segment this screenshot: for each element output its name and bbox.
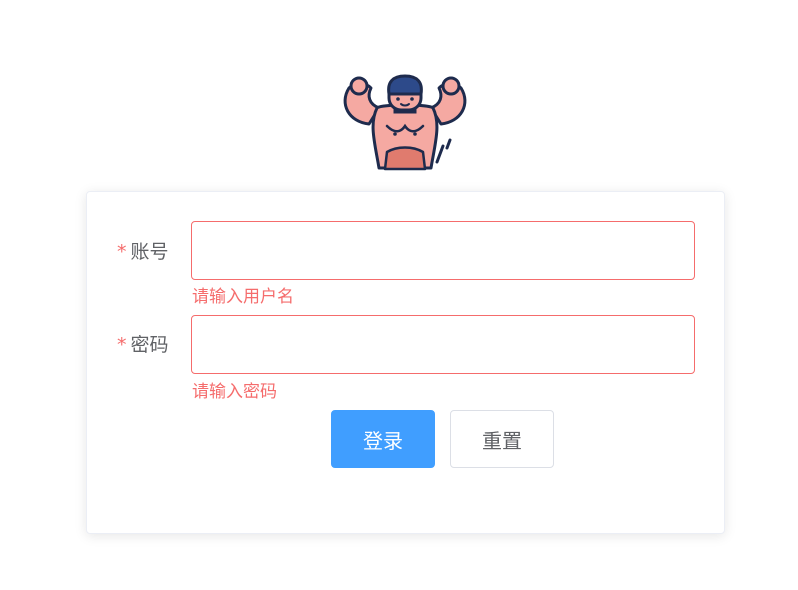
- required-mark: *: [117, 241, 127, 263]
- login-button[interactable]: 登录: [331, 410, 435, 468]
- required-mark: *: [117, 334, 127, 356]
- reset-button[interactable]: 重置: [450, 410, 554, 468]
- login-card: * 账号 请输入用户名 * 密码 请输入密码 登录 重置: [86, 191, 725, 534]
- muscle-man-icon: [331, 74, 479, 174]
- username-label: * 账号: [117, 241, 169, 263]
- username-error: 请输入用户名: [192, 287, 294, 307]
- password-error: 请输入密码: [192, 382, 277, 402]
- password-label: * 密码: [117, 334, 169, 356]
- password-input[interactable]: [191, 315, 695, 374]
- username-input[interactable]: [191, 221, 695, 280]
